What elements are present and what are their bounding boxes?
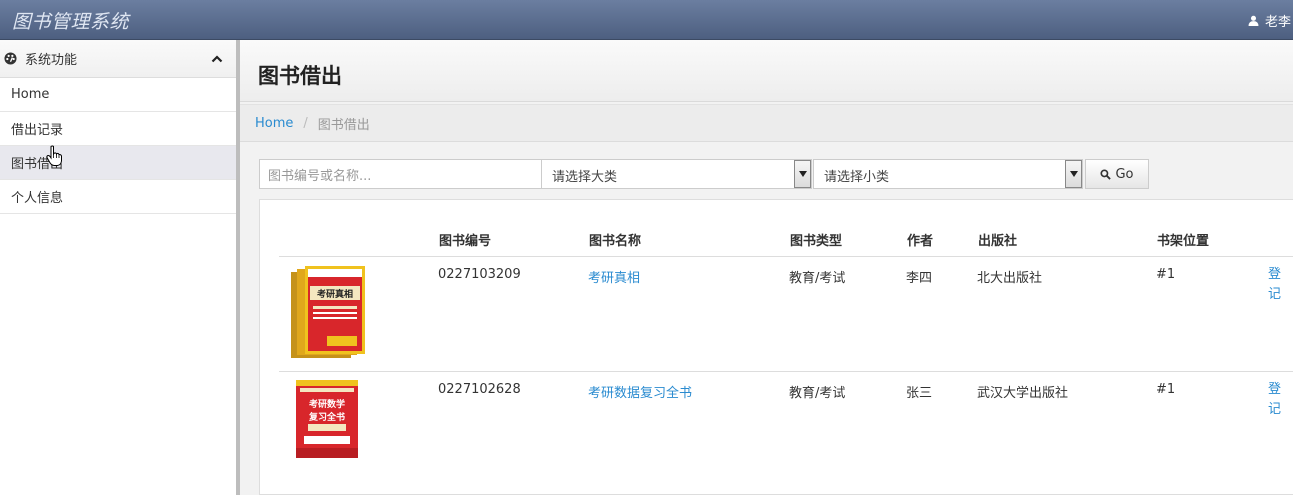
sidebar-item-borrow-records[interactable]: 借出记录 — [0, 112, 237, 146]
cover-title: 考研真相 — [317, 288, 353, 300]
cell-book-id: 0227102628 — [438, 382, 521, 397]
cell-book-type: 教育/考试 — [789, 386, 846, 401]
user-icon — [1248, 15, 1259, 26]
cell-book-id: 0227103209 — [438, 267, 521, 282]
page-title: 图书借出 — [258, 64, 342, 88]
breadcrumb: Home / 图书借出 — [240, 104, 1293, 142]
sidebar-item-book-lending[interactable]: 图书借出 — [0, 146, 237, 180]
cell-book-name-link[interactable]: 考研数据复习全书 — [588, 382, 692, 401]
cell-shelf: #1 — [1156, 382, 1176, 397]
go-button[interactable]: Go — [1085, 159, 1149, 189]
category-select-value: 请选择大类 — [552, 169, 618, 185]
table-header-divider — [279, 256, 1293, 257]
breadcrumb-current: 图书借出 — [317, 117, 370, 133]
svg-text:考研数学: 考研数学 — [309, 398, 345, 410]
subcategory-dropdown-arrow-icon[interactable] — [1065, 160, 1082, 188]
sidebar-section-title: 系统功能 — [25, 53, 78, 68]
book-cover-image: 考研真相 — [291, 266, 365, 358]
sidebar: 系统功能 Home 借出记录 图书借出 个人信息 — [0, 40, 237, 495]
book-table: 图书编号 图书名称 图书类型 作者 出版社 书架位置 考研真相 02271032… — [259, 199, 1293, 495]
table-row-divider — [279, 371, 1293, 372]
go-button-label: Go — [1115, 166, 1134, 182]
svg-text:复习全书: 复习全书 — [308, 411, 345, 423]
cell-book-type: 教育/考试 — [789, 271, 846, 286]
column-header-publisher: 出版社 — [978, 234, 1018, 249]
book-cover-image: 考研数学 复习全书 — [296, 380, 358, 458]
category-select[interactable]: 请选择大类 — [541, 159, 812, 189]
cell-book-name-link[interactable]: 考研真相 — [588, 267, 640, 286]
column-header-book-id: 图书编号 — [439, 234, 492, 249]
top-navbar: 图书管理系统 老李 — [0, 0, 1293, 40]
column-header-author: 作者 — [907, 234, 934, 249]
subcategory-select[interactable]: 请选择小类 — [813, 159, 1083, 189]
chevron-up-icon[interactable] — [211, 53, 223, 65]
user-menu[interactable]: 老李 — [1248, 11, 1291, 30]
hand-cursor-icon — [46, 145, 62, 166]
cell-publisher: 武汉大学出版社 — [977, 386, 1069, 401]
search-input[interactable]: 图书编号或名称... — [259, 159, 542, 189]
cell-author: 张三 — [906, 386, 933, 401]
subcategory-select-value: 请选择小类 — [824, 169, 890, 185]
cell-publisher: 北大出版社 — [977, 271, 1043, 286]
page-header: 图书借出 — [240, 40, 1293, 102]
sidebar-item-home[interactable]: Home — [0, 78, 237, 112]
main-content: 图书借出 Home / 图书借出 图书编号或名称... 请选择大类 请选择小类 … — [240, 40, 1293, 495]
app-title[interactable]: 图书管理系统 — [12, 7, 129, 34]
sidebar-item-label: 借出记录 — [11, 123, 64, 138]
register-link[interactable]: 登记 — [1268, 265, 1288, 305]
breadcrumb-separator: / — [303, 115, 308, 131]
column-header-book-type: 图书类型 — [790, 234, 843, 249]
register-link[interactable]: 登记 — [1268, 380, 1288, 420]
sidebar-item-label: Home — [11, 87, 50, 102]
breadcrumb-home-link[interactable]: Home — [255, 116, 293, 131]
cell-shelf: #1 — [1156, 267, 1176, 282]
sidebar-item-label: 个人信息 — [11, 191, 64, 206]
cell-author: 李四 — [906, 271, 933, 286]
category-dropdown-arrow-icon[interactable] — [794, 160, 811, 188]
search-bar: 图书编号或名称... 请选择大类 请选择小类 Go — [259, 159, 1149, 189]
user-name: 老李 — [1264, 15, 1291, 30]
column-header-shelf: 书架位置 — [1157, 234, 1210, 249]
sidebar-section-header[interactable]: 系统功能 — [0, 40, 237, 78]
column-header-book-name: 图书名称 — [589, 234, 642, 249]
sidebar-item-profile[interactable]: 个人信息 — [0, 180, 237, 214]
search-icon — [1100, 168, 1112, 180]
dashboard-icon — [4, 52, 17, 65]
